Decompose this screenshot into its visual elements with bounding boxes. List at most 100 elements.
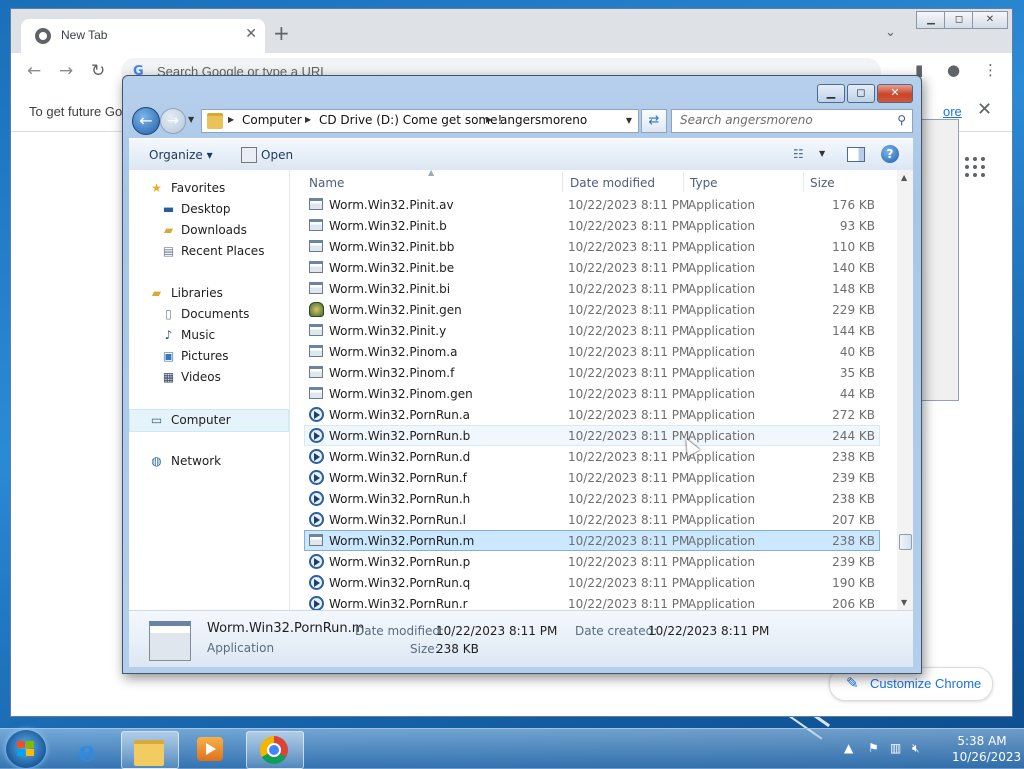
organize-button[interactable]: Organize ▾: [149, 148, 213, 162]
clock[interactable]: 5:38 AM 10/26/2023: [952, 733, 1021, 765]
vertical-scrollbar[interactable]: ▲ ▼: [897, 170, 913, 610]
apps-grid-icon[interactable]: [965, 157, 987, 179]
file-name: Worm.Win32.Pinit.be: [329, 261, 455, 275]
dialog-close-button[interactable]: ✕: [877, 84, 913, 103]
col-date-modified[interactable]: Date modified: [570, 176, 655, 190]
maximize-button[interactable]: ◻: [944, 11, 974, 29]
nav-network[interactable]: ◍ Network: [129, 451, 287, 472]
col-type[interactable]: Type: [690, 176, 718, 190]
file-row[interactable]: Worm.Win32.PornRun.l 10/22/2023 8:11 PM Ap…: [304, 509, 880, 530]
file-size: 244 KB: [832, 429, 875, 443]
nav-computer[interactable]: ▭ Computer: [129, 409, 289, 432]
minimize-button[interactable]: ▁: [916, 11, 946, 29]
breadcrumb-arrow-icon[interactable]: ▶: [486, 115, 492, 124]
nav-pictures[interactable]: ▣ Pictures: [129, 346, 287, 367]
file-name: Worm.Win32.PornRun.p: [329, 555, 471, 569]
exe-media-icon: [309, 449, 324, 464]
preview-pane-icon[interactable]: [847, 147, 865, 162]
breadcrumb-computer[interactable]: Computer: [242, 113, 302, 127]
address-bar[interactable]: ▶ Computer ▶ CD Drive (D:) Come get some…: [201, 109, 639, 133]
file-row[interactable]: Worm.Win32.Pinit.be 10/22/2023 8:11 PM App…: [304, 257, 880, 278]
file-row[interactable]: Worm.Win32.Pinit.av 10/22/2023 8:11 PM App…: [304, 194, 880, 215]
details-size: 238 KB: [436, 642, 479, 656]
file-row[interactable]: Worm.Win32.PornRun.p 10/22/2023 8:11 PM Ap…: [304, 551, 880, 572]
file-row[interactable]: Worm.Win32.Pinom.gen 10/22/2023 8:11 PM Ap…: [304, 383, 880, 404]
column-separator[interactable]: [803, 172, 804, 192]
show-hidden-icons-icon[interactable]: ▲: [844, 741, 853, 755]
network-tray-icon[interactable]: ▥: [890, 741, 901, 755]
dialog-maximize-button[interactable]: ◻: [847, 84, 875, 103]
forward-icon[interactable]: →: [59, 61, 73, 81]
file-row[interactable]: Worm.Win32.Pinit.b 10/22/2023 8:11 PM Appl…: [304, 215, 880, 236]
file-row[interactable]: Worm.Win32.PornRun.q 10/22/2023 8:11 PM Ap…: [304, 572, 880, 593]
file-date-modified: 10/22/2023 8:11 PM: [568, 198, 690, 212]
tab-close-icon[interactable]: ✕: [245, 26, 257, 42]
chrome-taskbar-button[interactable]: [246, 731, 304, 769]
file-row[interactable]: Worm.Win32.Pinit.y 10/22/2023 8:11 PM Appl…: [304, 320, 880, 341]
scroll-thumb[interactable]: [899, 534, 912, 550]
dialog-minimize-button[interactable]: ▁: [817, 84, 845, 103]
col-size[interactable]: Size: [810, 176, 835, 190]
volume-muted-icon[interactable]: 🔇︎: [912, 741, 920, 756]
profile-avatar-icon[interactable]: ●: [947, 61, 960, 79]
nav-desktop[interactable]: ▬ Desktop: [129, 199, 287, 220]
file-row[interactable]: Worm.Win32.PornRun.f 10/22/2023 8:11 PM Ap…: [304, 467, 880, 488]
file-row[interactable]: Worm.Win32.PornRun.d 10/22/2023 8:11 PM Ap…: [304, 446, 880, 467]
recent-locations-dropdown-icon[interactable]: ▼: [188, 115, 194, 124]
nav-forward-button[interactable]: →: [160, 108, 186, 134]
menu-kebab-icon[interactable]: ⋮: [983, 61, 998, 79]
breadcrumb-arrow-icon[interactable]: ▶: [228, 115, 234, 124]
desktop-icon: ▬: [162, 202, 175, 216]
address-dropdown-icon[interactable]: ▼: [626, 116, 632, 125]
file-row[interactable]: Worm.Win32.PornRun.r 10/22/2023 8:11 PM Ap…: [304, 593, 880, 610]
help-icon[interactable]: ?: [881, 145, 899, 163]
col-name[interactable]: Name: [309, 176, 344, 190]
nav-recent-places[interactable]: ▤ Recent Places: [129, 241, 287, 262]
file-row[interactable]: Worm.Win32.PornRun.a 10/22/2023 8:11 PM Ap…: [304, 404, 880, 425]
scroll-up-icon[interactable]: ▲: [901, 173, 907, 182]
nav-videos[interactable]: ▦ Videos: [129, 367, 287, 388]
search-box[interactable]: Search angersmoreno ⚲: [671, 109, 913, 133]
nav-back-button[interactable]: ←: [132, 107, 160, 135]
breadcrumb-folder[interactable]: angersmoreno: [500, 113, 587, 127]
column-separator[interactable]: [683, 172, 684, 192]
internet-explorer-taskbar-button[interactable]: e: [62, 731, 118, 768]
file-row[interactable]: Worm.Win32.PornRun.m 10/22/2023 8:11 PM Ap…: [304, 530, 880, 551]
nav-downloads[interactable]: ▰ Downloads: [129, 220, 287, 241]
file-row[interactable]: Worm.Win32.Pinit.bi 10/22/2023 8:11 PM App…: [304, 278, 880, 299]
tab-new-tab[interactable]: New Tab ✕: [21, 19, 265, 53]
file-row[interactable]: Worm.Win32.PornRun.h 10/22/2023 8:11 PM Ap…: [304, 488, 880, 509]
breadcrumb-cd-drive[interactable]: CD Drive (D:) Come get some!: [319, 113, 502, 127]
media-player-taskbar-button[interactable]: [183, 731, 239, 767]
infobar-close-icon[interactable]: ✕: [977, 99, 992, 120]
views-icon[interactable]: ☷: [793, 147, 804, 161]
open-button[interactable]: Open: [261, 148, 293, 162]
file-row[interactable]: Worm.Win32.Pinom.a 10/22/2023 8:11 PM Appl…: [304, 341, 880, 362]
action-center-icon[interactable]: ⚑: [868, 741, 879, 755]
file-row[interactable]: Worm.Win32.Pinit.bb 10/22/2023 8:11 PM App…: [304, 236, 880, 257]
infobar-link[interactable]: ore: [943, 104, 962, 119]
close-button[interactable]: ✕: [972, 11, 1008, 29]
nav-music[interactable]: ♪ Music: [129, 325, 287, 346]
scroll-down-icon[interactable]: ▼: [901, 598, 907, 607]
column-separator[interactable]: [562, 172, 563, 192]
file-row[interactable]: Worm.Win32.Pinom.f 10/22/2023 8:11 PM Appl…: [304, 362, 880, 383]
file-row[interactable]: Worm.Win32.PornRun.b 10/22/2023 8:11 PM Ap…: [304, 425, 880, 446]
breadcrumb-arrow-icon[interactable]: ▶: [305, 115, 311, 124]
nav-favorites[interactable]: ★ Favorites: [129, 178, 287, 199]
nav-libraries[interactable]: ▰ Libraries: [129, 283, 287, 304]
back-icon[interactable]: ←: [27, 61, 41, 81]
reload-icon[interactable]: ↻: [91, 61, 105, 81]
views-dropdown-icon[interactable]: ▼: [819, 149, 825, 158]
file-row[interactable]: Worm.Win32.Pinit.gen 10/22/2023 8:11 PM Ap…: [304, 299, 880, 320]
windows-explorer-taskbar-button[interactable]: [121, 731, 179, 769]
tab-search-chevron-icon[interactable]: ⌄: [885, 25, 896, 40]
windows-logo-icon: [17, 741, 35, 757]
folder-icon: [207, 113, 223, 129]
new-tab-button[interactable]: +: [273, 23, 290, 43]
refresh-button[interactable]: ⇄: [641, 109, 667, 133]
file-name: Worm.Win32.PornRun.m: [329, 534, 475, 548]
start-button[interactable]: [6, 730, 46, 768]
nav-documents[interactable]: ▯ Documents: [129, 304, 287, 325]
file-name: Worm.Win32.PornRun.l: [329, 513, 466, 527]
